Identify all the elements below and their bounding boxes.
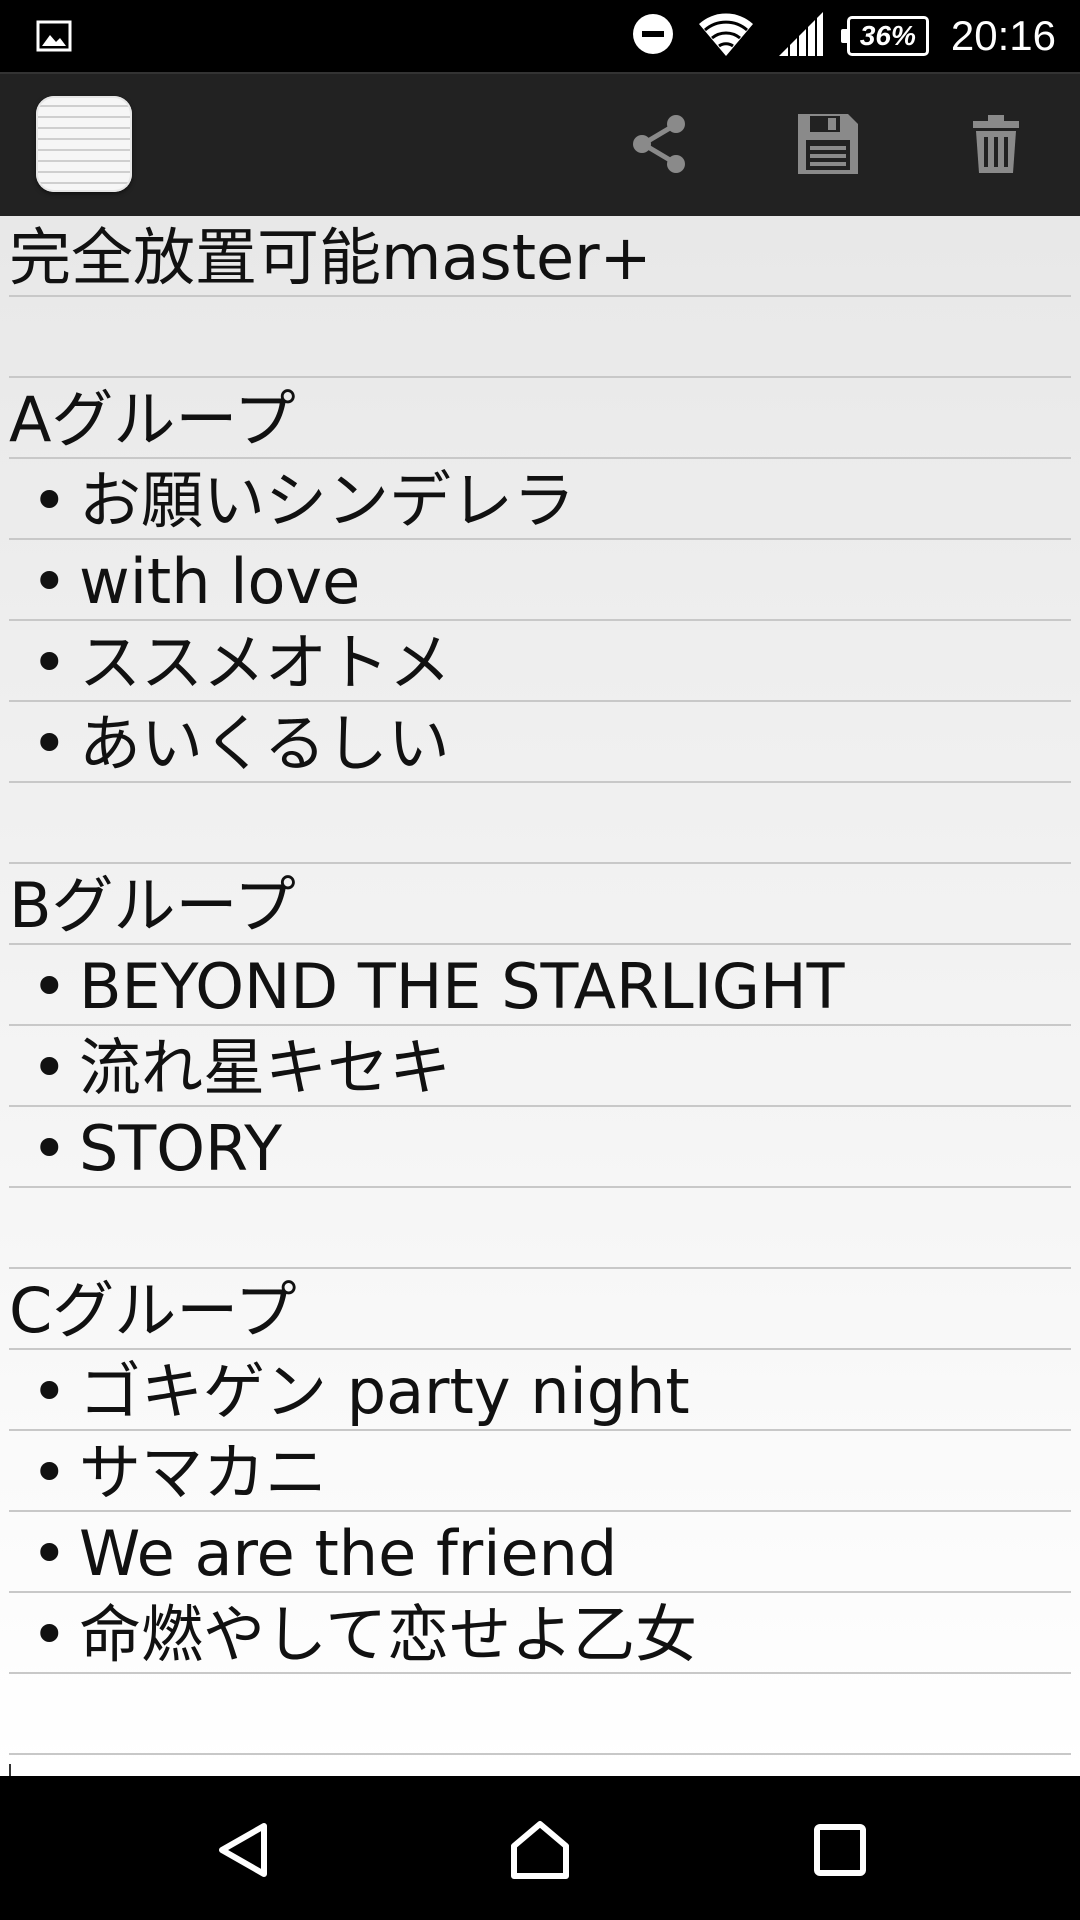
memo-line-text: with love bbox=[79, 545, 361, 618]
memo-line-text: ススメオトメ bbox=[79, 626, 452, 699]
memo-text-area[interactable]: 完全放置可能master+ Aグループ • お願いシンデレラ • with love • スス… bbox=[0, 216, 1080, 1776]
memo-line: 完全放置可能master+ bbox=[9, 216, 1071, 297]
share-button[interactable] bbox=[620, 108, 700, 184]
memo-list-item: • BEYOND THE STARLIGHT bbox=[9, 945, 1071, 1026]
memo-line-text: ゴキゲン party night bbox=[79, 1355, 690, 1428]
memo-line-text: サマカニ bbox=[79, 1436, 328, 1509]
memo-list-item: • We are the friend bbox=[9, 1512, 1071, 1593]
memo-line-text: あいくるしい bbox=[79, 707, 450, 780]
memo-line-text: BEYOND THE STARLIGHT bbox=[79, 950, 845, 1023]
memo-list-item: • STORY bbox=[9, 1107, 1071, 1188]
memo-line-text: 命燃やして恋せよ乙女 bbox=[79, 1598, 698, 1671]
memo-line-text: We are the friend bbox=[79, 1517, 618, 1590]
save-button[interactable] bbox=[788, 108, 868, 184]
app-bar bbox=[0, 72, 1080, 216]
memo-blank-line bbox=[9, 783, 1071, 864]
memo-line: Cグループ bbox=[9, 1269, 1071, 1350]
bullet: • bbox=[31, 1517, 68, 1590]
home-icon bbox=[508, 1818, 572, 1886]
do-not-disturb-icon bbox=[631, 12, 675, 60]
status-bar: 36% 20:16 bbox=[0, 0, 1080, 72]
bullet: • bbox=[31, 1436, 68, 1509]
bullet: • bbox=[31, 707, 68, 780]
memo-line: Bグループ bbox=[9, 864, 1071, 945]
bullet: • bbox=[31, 1598, 68, 1671]
bullet: • bbox=[31, 1355, 68, 1428]
battery-icon: 36% bbox=[840, 16, 929, 56]
gallery-icon bbox=[36, 20, 72, 52]
memo-blank-line bbox=[9, 1674, 1071, 1755]
bullet: • bbox=[31, 1031, 68, 1104]
memo-line-text: STORY bbox=[79, 1112, 283, 1185]
memo-list-item: • ゴキゲン party night bbox=[9, 1350, 1071, 1431]
screen: 36% 20:16 完全放置可能master+ Aグループ • お願いシンデレラ… bbox=[0, 0, 1080, 1920]
memo-line: Aグループ bbox=[9, 378, 1071, 459]
home-button[interactable] bbox=[500, 1812, 580, 1892]
memo-line-text: Aグループ bbox=[9, 383, 296, 456]
bullet: • bbox=[31, 464, 68, 537]
share-icon bbox=[629, 113, 691, 179]
memo-list-item: • ススメオトメ bbox=[9, 621, 1071, 702]
memo-blank-line bbox=[9, 1188, 1071, 1269]
clock: 20:16 bbox=[950, 12, 1056, 59]
memo-list-item: • あいくるしい bbox=[9, 702, 1071, 783]
bullet: • bbox=[31, 1112, 68, 1185]
notepad-icon[interactable] bbox=[36, 96, 132, 192]
delete-button[interactable] bbox=[956, 108, 1036, 184]
wifi-icon bbox=[697, 10, 755, 62]
memo-list-item: • サマカニ bbox=[9, 1431, 1071, 1512]
memo-line-text: Bグループ bbox=[9, 869, 296, 942]
back-icon bbox=[214, 1820, 274, 1884]
memo-list-item: • 命燃やして恋せよ乙女 bbox=[9, 1593, 1071, 1674]
memo-list-item: • 流れ星キセキ bbox=[9, 1026, 1071, 1107]
memo-line-text: Cグループ bbox=[9, 1274, 297, 1347]
bullet: • bbox=[31, 626, 68, 699]
back-button[interactable] bbox=[204, 1812, 284, 1892]
save-icon bbox=[796, 112, 860, 180]
recent-apps-button[interactable] bbox=[800, 1812, 880, 1892]
trash-icon bbox=[971, 113, 1021, 179]
memo-line-text: 流れ星キセキ bbox=[79, 1031, 452, 1104]
recent-apps-icon bbox=[812, 1822, 868, 1882]
battery-level: 36% bbox=[859, 20, 916, 51]
memo-line-text: お願いシンデレラ bbox=[79, 464, 576, 537]
bullet: • bbox=[31, 950, 68, 1023]
signal-icon bbox=[777, 10, 825, 62]
memo-list-item: • お願いシンデレラ bbox=[9, 459, 1071, 540]
text-cursor bbox=[9, 1764, 11, 1776]
memo-line-text: 完全放置可能master+ bbox=[9, 221, 652, 294]
navigation-bar bbox=[0, 1776, 1080, 1920]
status-icons: 36% 20:16 bbox=[631, 0, 1056, 72]
memo-list-item: • with love bbox=[9, 540, 1071, 621]
memo-blank-line bbox=[9, 297, 1071, 378]
bullet: • bbox=[31, 545, 68, 618]
